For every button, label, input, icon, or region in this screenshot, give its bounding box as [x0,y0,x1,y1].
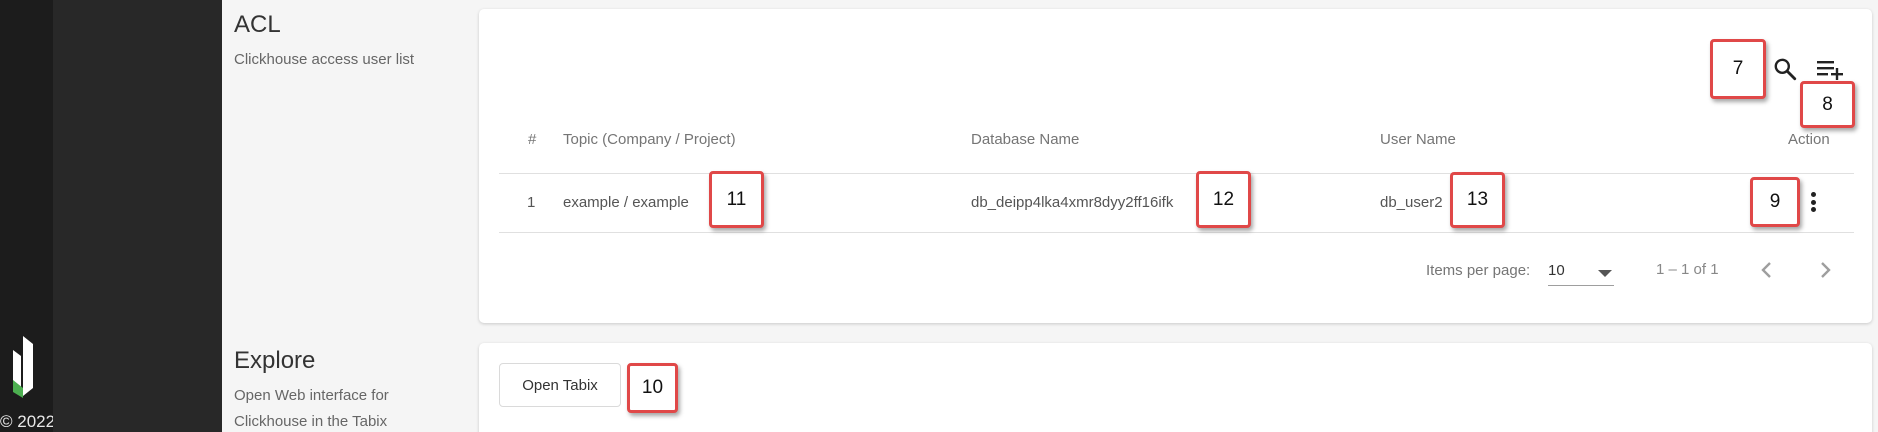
cell-database: db_deipp4lka4xmr8dyy2ff16ifk [971,194,1174,211]
cell-topic: example / example [563,194,689,211]
previous-page-icon[interactable] [1755,258,1779,282]
callout-9: 9 [1750,177,1800,227]
acl-section-description: Clickhouse access user list [234,51,415,68]
cell-user: db_user2 [1380,194,1443,211]
items-per-page-value: 10 [1548,262,1565,279]
column-header-action: Action [1788,131,1830,148]
explore-description-line2: Clickhouse in the Tabix [234,413,388,430]
explore-card [479,343,1872,432]
explore-section-title: Explore [234,347,316,374]
next-page-icon[interactable] [1813,258,1837,282]
page-range-label: 1 – 1 of 1 [1656,261,1719,278]
callout-11: 11 [709,171,764,228]
column-header-index: # [528,131,537,148]
secondary-sidebar [53,0,222,432]
app-logo-icon [13,336,33,398]
playlist-add-icon[interactable] [1816,57,1844,83]
explore-description-line1: Open Web interface for [234,387,389,404]
callout-10: 10 [627,363,678,413]
items-per-page-label: Items per page: [1426,262,1531,279]
more-vert-icon[interactable] [1807,192,1819,216]
callout-7: 7 [1710,39,1766,99]
acl-section-title: ACL [234,11,281,38]
dropdown-arrow-icon [1598,270,1612,277]
cell-index: 1 [527,194,536,211]
open-tabix-button[interactable]: Open Tabix [499,363,621,407]
column-header-topic: Topic (Company / Project) [563,131,736,148]
copyright-text: © 2022 [0,412,56,431]
search-icon[interactable] [1772,56,1798,82]
nav-rail: © 2022 [0,0,56,432]
callout-12: 12 [1196,171,1251,228]
row-divider [499,232,1854,233]
callout-8: 8 [1800,81,1855,128]
items-per-page-select[interactable]: 10 [1548,256,1614,286]
callout-13: 13 [1450,172,1505,228]
column-header-database: Database Name [971,131,1080,148]
column-header-user: User Name [1380,131,1456,148]
header-divider [499,173,1854,174]
